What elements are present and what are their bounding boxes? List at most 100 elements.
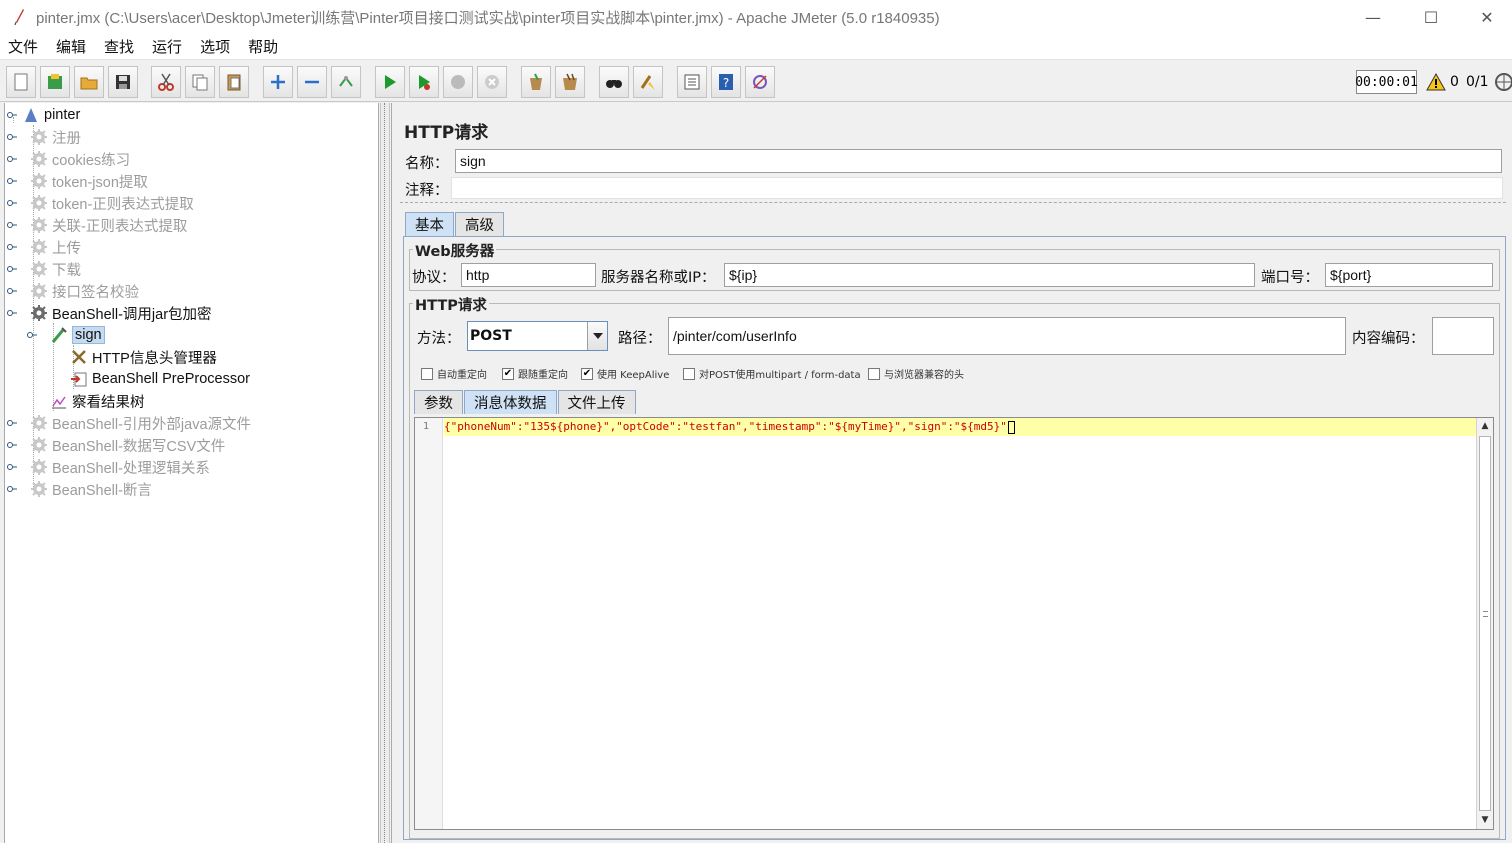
chevron-down-icon[interactable] [587,322,607,350]
encoding-input[interactable] [1432,317,1494,355]
section-divider[interactable] [400,202,1506,206]
cut-button[interactable] [151,66,181,98]
tree-expanded-handle-icon[interactable] [7,110,17,120]
start-no-pause-button[interactable] [409,66,439,98]
tree-item[interactable]: cookies练习 [7,148,130,170]
collapse-button[interactable] [297,66,327,98]
clear-button[interactable] [521,66,551,98]
svg-text:?: ? [723,76,729,90]
auto-redirect-checkbox[interactable]: 自动重定向 [421,366,487,381]
tree-collapsed-handle-icon[interactable] [7,264,17,274]
tree-collapsed-handle-icon[interactable] [7,154,17,164]
menu-edit[interactable]: 编辑 [54,36,88,57]
server-input[interactable]: ${ip} [724,263,1255,287]
toggle-icon [339,76,353,87]
templates-button[interactable] [40,66,70,98]
keepalive-checkbox[interactable]: ✔ 使用 KeepAlive [581,366,669,381]
tree-item[interactable]: token-正则表达式提取 [7,192,194,214]
tab-basic[interactable]: 基本 [405,212,454,236]
tree-item[interactable]: 上传 [7,236,81,258]
scroll-up-icon[interactable]: ▲ [1477,418,1493,434]
protocol-input[interactable]: http [461,263,596,287]
tree-collapsed-handle-icon[interactable] [7,286,17,296]
tree-collapsed-handle-icon[interactable] [7,242,17,252]
tree-item[interactable]: BeanShell-调用jar包加密 [7,302,212,324]
menu-run[interactable]: 运行 [150,36,184,57]
copy-button[interactable] [185,66,215,98]
path-input[interactable]: /pinter/com/userInfo [668,317,1346,355]
tree-collapsed-handle-icon[interactable] [7,484,17,494]
tree-collapsed-handle-icon[interactable] [7,176,17,186]
tree-item[interactable]: 下载 [7,258,81,280]
toggle-button[interactable] [331,66,361,98]
log-viewer-button[interactable] [745,66,775,98]
tree-collapsed-handle-icon[interactable] [27,330,37,340]
tree-collapsed-handle-icon[interactable] [7,418,17,428]
tree-collapsed-handle-icon[interactable] [7,198,17,208]
tree-item[interactable]: BeanShell-处理逻辑关系 [7,456,210,478]
tree-item[interactable]: sign [27,324,105,346]
tree-item[interactable]: BeanShell-引用外部java源文件 [7,412,251,434]
help-button[interactable]: ? [711,66,741,98]
checkbox-box[interactable]: ✔ [581,367,593,380]
tree-splitter[interactable] [380,103,390,843]
shutdown-button[interactable] [477,66,507,98]
editor-scrollbar[interactable]: ▲ ▼ [1476,418,1493,829]
tree-item-label: 关联-正则表达式提取 [52,218,188,235]
scroll-down-icon[interactable]: ▼ [1477,812,1493,828]
multipart-checkbox[interactable]: 对POST使用multipart / form-data [683,366,861,381]
minimize-button[interactable]: — [1346,0,1400,34]
tree-item[interactable]: BeanShell-断言 [7,478,152,500]
tree-item[interactable]: BeanShell PreProcessor [70,368,250,390]
tree-item[interactable]: 察看结果树 [50,390,145,412]
close-button[interactable]: ✕ [1460,0,1512,34]
menu-file[interactable]: 文件 [6,36,40,57]
method-select[interactable]: POST [467,321,608,351]
body-data-editor[interactable]: 1 {"phoneNum":"135${phone}","optCode":"t… [414,417,1494,830]
search-button[interactable] [599,66,629,98]
comment-input[interactable] [451,177,1503,199]
menu-search[interactable]: 查找 [102,36,136,57]
checkbox-box[interactable] [683,367,695,380]
browser-headers-checkbox[interactable]: 与浏览器兼容的头 [868,366,964,381]
tree-item[interactable]: HTTP信息头管理器 [70,346,217,368]
new-button[interactable] [6,66,36,98]
tree-item[interactable]: 注册 [7,126,81,148]
stop-button[interactable] [443,66,473,98]
tree-collapsed-handle-icon[interactable] [7,440,17,450]
tree-item[interactable]: token-json提取 [7,170,148,192]
menu-help[interactable]: 帮助 [246,36,280,57]
menu-options[interactable]: 选项 [198,36,232,57]
checkbox-box[interactable] [421,367,433,380]
maximize-button[interactable]: ☐ [1404,0,1458,34]
tab-file-upload[interactable]: 文件上传 [557,390,636,414]
open-button[interactable] [74,66,104,98]
expand-button[interactable] [263,66,293,98]
checkbox-box[interactable]: ✔ [502,367,514,380]
tab-advanced[interactable]: 高级 [455,212,504,236]
follow-redirect-checkbox[interactable]: ✔ 跟随重定向 [502,366,568,381]
remote-globe-icon[interactable] [1494,72,1512,92]
tree-collapsed-handle-icon[interactable] [7,308,17,318]
port-input[interactable]: ${port} [1325,263,1493,287]
tree-collapsed-handle-icon[interactable] [7,462,17,472]
paste-button[interactable] [219,66,249,98]
tree-collapsed-handle-icon[interactable] [7,132,17,142]
tree-collapsed-handle-icon[interactable] [7,220,17,230]
tree-item-root[interactable]: pinter [7,104,80,126]
function-helper-button[interactable] [677,66,707,98]
tree-item[interactable]: 关联-正则表达式提取 [7,214,188,236]
checkbox-box[interactable] [868,367,880,380]
code-text[interactable]: {"phoneNum":"135${phone}","optCode":"tes… [444,420,1015,434]
reset-search-button[interactable] [633,66,663,98]
tab-parameters[interactable]: 参数 [414,390,463,414]
tree-item[interactable]: 接口签名校验 [7,280,139,302]
scroll-thumb[interactable] [1479,436,1491,811]
start-button[interactable] [375,66,405,98]
save-button[interactable] [108,66,138,98]
clear-all-button[interactable] [555,66,585,98]
warning-icon[interactable] [1426,72,1446,92]
tree-item[interactable]: BeanShell-数据写CSV文件 [7,434,225,456]
name-input[interactable]: sign [455,149,1502,173]
tab-body-data[interactable]: 消息体数据 [464,390,557,414]
